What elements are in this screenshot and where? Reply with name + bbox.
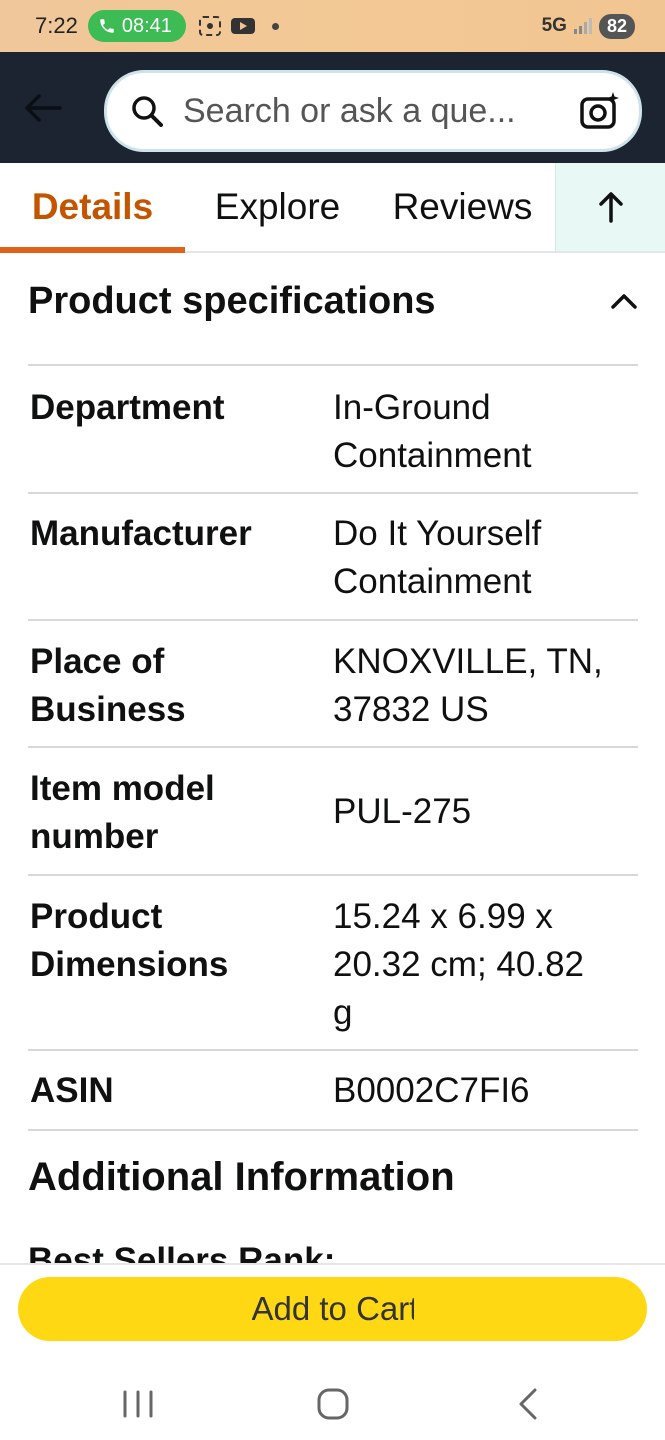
spec-value: Do It Yourself Containment xyxy=(333,514,542,601)
spec-label: Manufacturer xyxy=(30,514,252,553)
product-details: Product specifications Department In-Gro… xyxy=(0,255,665,1263)
back-button[interactable] xyxy=(8,78,78,138)
recent-apps-icon xyxy=(123,1390,152,1417)
status-time: 7:22 xyxy=(35,13,78,38)
back-nav-button[interactable] xyxy=(498,1374,558,1434)
notification-dot-icon xyxy=(271,22,279,30)
spec-value: KNOXVILLE, TN, 37832 US xyxy=(333,642,603,729)
spec-row: Manufacturer Do It Yourself Containment xyxy=(28,492,638,620)
battery-icon: 82 xyxy=(598,13,635,39)
spec-label: Place of Business xyxy=(30,642,186,729)
tab-reviews[interactable]: Reviews xyxy=(370,163,555,251)
additional-info-title: Additional Information xyxy=(28,1155,455,1199)
chevron-up-icon[interactable] xyxy=(608,286,640,318)
network-type: 5G xyxy=(541,15,567,36)
best-sellers-rank-label: Best Sellers Rank: xyxy=(28,1241,336,1263)
spec-label: Item model number xyxy=(30,769,215,856)
status-bar: 7:22 08:41 5G 82 xyxy=(0,0,665,52)
add-to-cart-label: Add to Cart xyxy=(251,1290,414,1327)
spec-value: In-Ground Containment xyxy=(333,388,532,475)
call-timer: 08:41 xyxy=(121,14,172,37)
search-icon xyxy=(132,96,163,127)
search-placeholder: Search or ask a que... xyxy=(183,91,516,130)
signal-icon xyxy=(573,18,592,34)
back-arrow-icon xyxy=(25,93,62,122)
arrow-up-icon xyxy=(598,192,623,223)
add-to-cart-button[interactable]: Add to Cart xyxy=(18,1277,647,1341)
recent-apps-button[interactable] xyxy=(108,1374,168,1434)
youtube-icon xyxy=(230,18,255,34)
search-input[interactable]: Search or ask a que... xyxy=(104,70,642,152)
system-nav-bar xyxy=(0,1365,665,1440)
scroll-top-button[interactable] xyxy=(555,163,665,251)
tab-bar: Details Explore Reviews xyxy=(0,163,665,253)
section-title: Product specifications xyxy=(28,280,436,322)
spec-row: Item model number PUL-275 xyxy=(28,746,638,874)
spec-value: 15.24 x 6.99 x 20.32 cm; 40.82 g xyxy=(333,897,584,1032)
spec-label: ASIN xyxy=(30,1071,114,1110)
spec-label: Department xyxy=(30,388,225,427)
spec-value: PUL-275 xyxy=(333,792,472,831)
spec-label: Product Dimensions xyxy=(30,897,229,984)
chevron-left-icon xyxy=(519,1388,536,1419)
phone-icon xyxy=(100,19,114,33)
spec-row: Place of Business KNOXVILLE, TN, 37832 U… xyxy=(28,619,638,747)
spec-row: ASIN B0002C7FI6 xyxy=(28,1049,638,1131)
home-button[interactable] xyxy=(303,1374,363,1434)
tab-explore[interactable]: Explore xyxy=(185,163,370,251)
spec-row: Product Dimensions 15.24 x 6.99 x 20.32 … xyxy=(28,874,638,1050)
tab-details[interactable]: Details xyxy=(0,163,185,253)
home-icon xyxy=(317,1388,348,1419)
screenshot-icon xyxy=(198,16,221,36)
spec-value: B0002C7FI6 xyxy=(333,1071,530,1110)
app-header: Search or ask a que... xyxy=(0,52,665,163)
camera-search-icon[interactable] xyxy=(579,90,621,132)
bottom-bar: Add to Cart xyxy=(0,1263,665,1440)
call-indicator[interactable]: 08:41 xyxy=(87,10,186,42)
section-header[interactable]: Product specifications xyxy=(28,280,640,323)
spec-row: Department In-Ground Containment xyxy=(28,364,638,492)
